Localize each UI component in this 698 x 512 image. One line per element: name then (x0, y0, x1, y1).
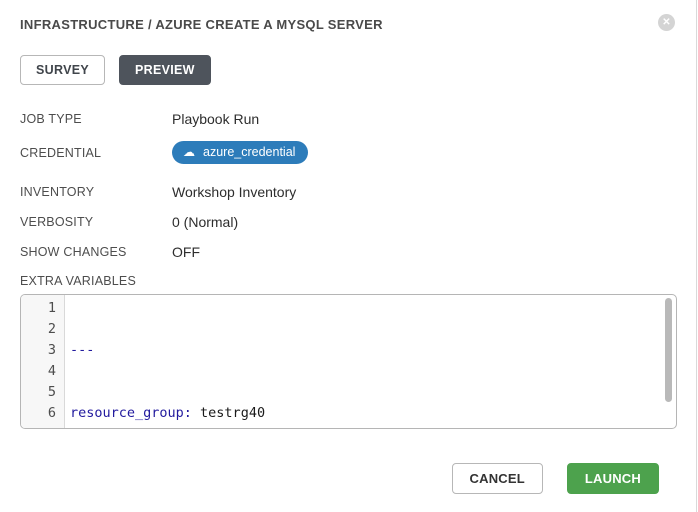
editor-code-area[interactable]: --- resource_group: testrg40 location: e… (65, 295, 676, 428)
line-number: 7 (21, 424, 56, 429)
credential-badge-label: azure_credential (203, 145, 295, 159)
tab-bar: SURVEY PREVIEW (20, 55, 676, 85)
line-number: 2 (21, 319, 56, 340)
credential-label: CREDENTIAL (20, 146, 172, 160)
close-x-glyph: ✕ (662, 18, 670, 28)
close-icon[interactable]: ✕ (658, 14, 675, 31)
job-details: JOB TYPE Playbook Run CREDENTIAL ☁ azure… (20, 111, 676, 260)
line-number: 4 (21, 361, 56, 382)
job-type-value: Playbook Run (172, 111, 259, 127)
tab-survey[interactable]: SURVEY (20, 55, 105, 85)
detail-row-verbosity: VERBOSITY 0 (Normal) (20, 214, 676, 230)
extra-variables-editor[interactable]: 1 2 3 4 5 6 7 --- resource_group: testrg… (20, 294, 677, 429)
dialog-footer: CANCEL LAUNCH (20, 463, 676, 494)
editor-scrollbar-thumb[interactable] (665, 298, 672, 402)
cloud-icon: ☁ (183, 146, 195, 158)
detail-row-credential: CREDENTIAL ☁ azure_credential (20, 141, 676, 164)
detail-row-show-changes: SHOW CHANGES OFF (20, 244, 676, 260)
verbosity-label: VERBOSITY (20, 215, 172, 229)
show-changes-label: SHOW CHANGES (20, 245, 172, 259)
detail-row-job-type: JOB TYPE Playbook Run (20, 111, 676, 127)
launch-button[interactable]: LAUNCH (567, 463, 659, 494)
cancel-button[interactable]: CANCEL (452, 463, 543, 494)
code-line: resource_group: testrg40 (70, 403, 676, 424)
editor-line-number-gutter: 1 2 3 4 5 6 7 (21, 295, 65, 428)
job-type-label: JOB TYPE (20, 112, 172, 126)
inventory-label: INVENTORY (20, 185, 172, 199)
detail-row-inventory: INVENTORY Workshop Inventory (20, 184, 676, 200)
page-title: INFRASTRUCTURE / AZURE CREATE A MYSQL SE… (20, 14, 383, 32)
extra-variables-label: EXTRA VARIABLES (20, 274, 676, 288)
code-line: --- (70, 340, 676, 361)
verbosity-value: 0 (Normal) (172, 214, 238, 230)
dialog-header: INFRASTRUCTURE / AZURE CREATE A MYSQL SE… (20, 14, 676, 32)
line-number: 1 (21, 298, 56, 319)
line-number: 5 (21, 382, 56, 403)
job-launch-preview-dialog: INFRASTRUCTURE / AZURE CREATE A MYSQL SE… (0, 0, 697, 512)
line-number: 6 (21, 403, 56, 424)
inventory-value: Workshop Inventory (172, 184, 296, 200)
show-changes-value: OFF (172, 244, 200, 260)
credential-badge[interactable]: ☁ azure_credential (172, 141, 308, 164)
tab-preview[interactable]: PREVIEW (119, 55, 211, 85)
line-number: 3 (21, 340, 56, 361)
